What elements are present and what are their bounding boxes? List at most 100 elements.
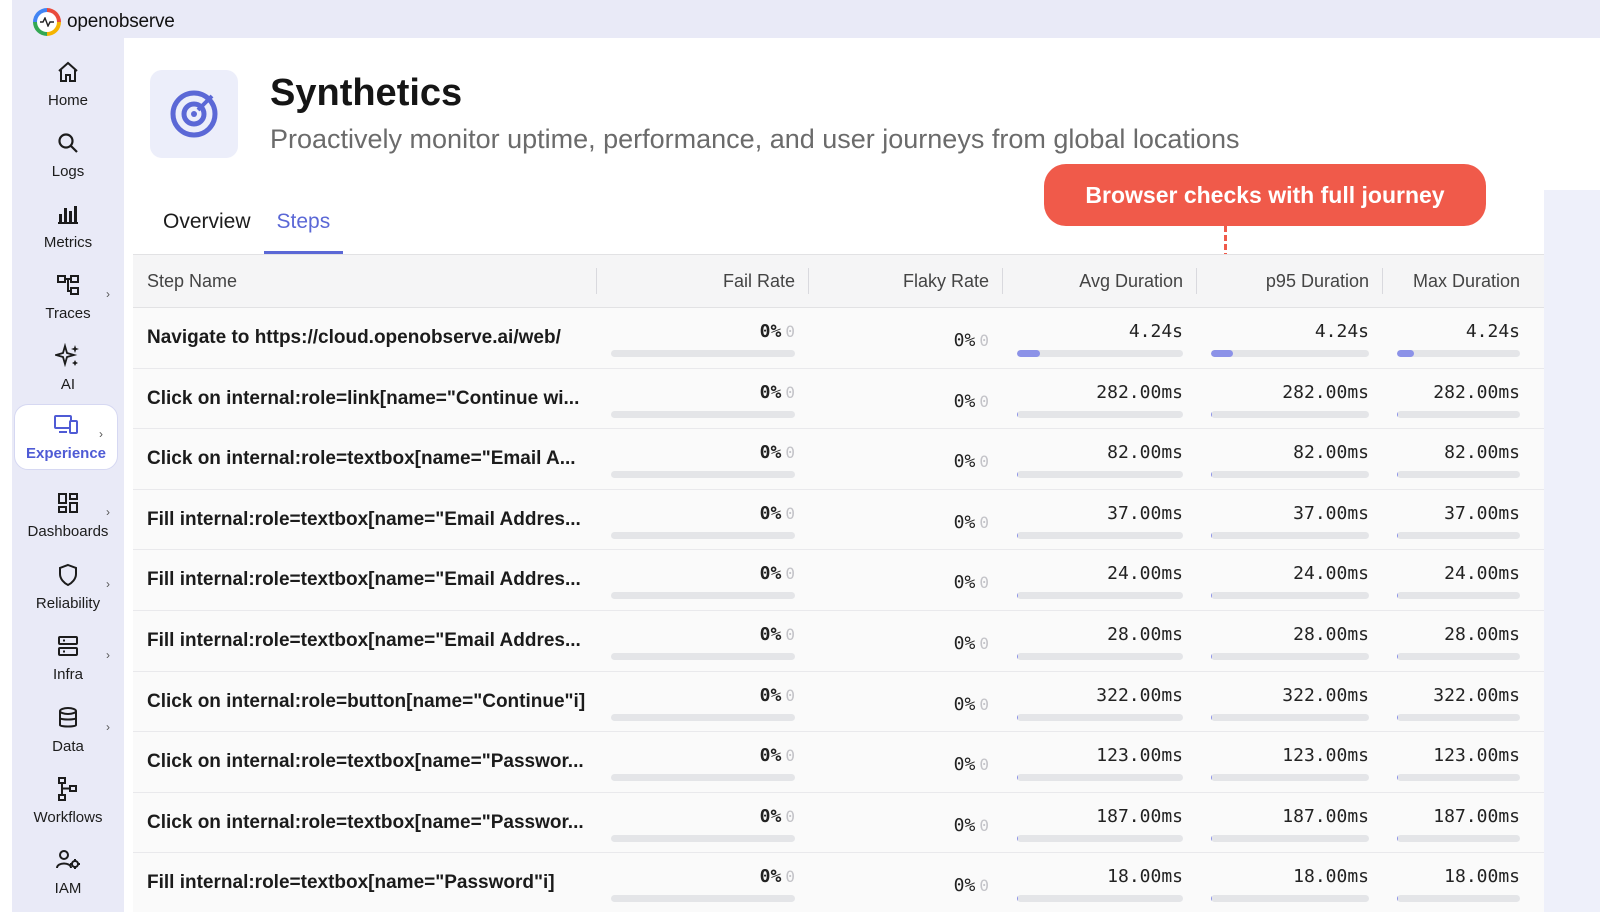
step-name-cell: Navigate to https://cloud.openobserve.ai… <box>147 327 561 348</box>
sidebar-item-logs[interactable]: Logs <box>12 123 124 189</box>
p95-duration-bar <box>1211 471 1369 479</box>
tab-steps[interactable]: Steps <box>263 202 344 254</box>
table-row[interactable]: Fill internal:role=textbox[name="Passwor… <box>133 853 1544 912</box>
fail-rate-bar <box>611 592 795 600</box>
avg-duration-cell: 82.00ms <box>1003 429 1197 489</box>
flaky-rate-cell: 0% 0 <box>953 814 989 836</box>
max-duration-bar-fill <box>1397 350 1415 357</box>
chevron-right-icon: › <box>106 720 110 734</box>
sidebar-item-label: Workflows <box>33 809 103 826</box>
fail-rate-bar <box>611 895 795 903</box>
table-row[interactable]: Click on internal:role=textbox[name="Ema… <box>133 429 1544 490</box>
window-edge <box>0 0 12 912</box>
fail-rate-cell: 0% 0 <box>597 550 809 610</box>
fail-rate-bar <box>611 774 795 782</box>
chevron-right-icon: › <box>106 577 110 591</box>
max-duration-cell: 28.00ms <box>1383 611 1544 671</box>
p95-duration-cell: 37.00ms <box>1197 490 1383 550</box>
step-name-cell: Fill internal:role=textbox[name="Passwor… <box>147 872 555 894</box>
table-row[interactable]: Fill internal:role=textbox[name="Email A… <box>133 489 1544 551</box>
fail-rate-cell: 0% 0 <box>597 308 809 368</box>
sidebar-item-label: Dashboards <box>27 523 109 540</box>
avg-duration-cell: 4.24s <box>1003 308 1197 368</box>
chevron-right-icon: › <box>106 648 110 662</box>
sidebar-item-data[interactable]: Data › <box>12 698 124 764</box>
fail-rate-bar <box>611 350 795 357</box>
p95-duration-bar-fill <box>1211 471 1212 479</box>
column-header-fail-rate[interactable]: Fail Rate <box>597 254 809 308</box>
flaky-rate-cell: 0% 0 <box>953 632 989 654</box>
table-row[interactable]: Fill internal:role=textbox[name="Email A… <box>133 550 1544 611</box>
brand[interactable]: openobserve <box>33 8 175 36</box>
sidebar-item-ai[interactable]: AI <box>12 336 124 402</box>
table-row[interactable]: Click on internal:role=textbox[name="Pas… <box>133 732 1544 793</box>
sidebar-item-label: Logs <box>51 163 85 180</box>
column-header-step-name[interactable]: Step Name <box>133 254 597 308</box>
avg-duration-bar-fill <box>1017 713 1018 721</box>
step-name-cell: Click on internal:role=textbox[name="Pas… <box>147 811 584 833</box>
sidebar-item-traces[interactable]: Traces › <box>12 265 124 331</box>
flaky-rate-cell: 0% 0 <box>953 875 989 897</box>
flaky-rate-cell: 0% 0 <box>953 451 989 473</box>
avg-duration-bar-fill <box>1017 895 1018 903</box>
avg-duration-bar <box>1017 471 1183 479</box>
p95-duration-bar-fill <box>1211 774 1212 782</box>
traces-icon <box>54 271 82 299</box>
avg-duration-bar <box>1017 774 1183 782</box>
max-duration-bar <box>1397 350 1520 357</box>
avg-duration-cell: 24.00ms <box>1003 550 1197 610</box>
column-header-avg-duration[interactable]: Avg Duration <box>1003 254 1197 308</box>
avg-duration-bar-fill <box>1017 834 1018 842</box>
table-row[interactable]: Click on internal:role=button[name="Cont… <box>133 671 1544 733</box>
column-header-p95-duration[interactable]: p95 Duration <box>1197 254 1383 308</box>
p95-duration-bar <box>1211 350 1369 357</box>
tab-overview[interactable]: Overview <box>150 202 264 254</box>
sidebar-item-metrics[interactable]: Metrics <box>12 194 124 260</box>
sidebar-item-workflows[interactable]: Workflows <box>12 769 124 835</box>
max-duration-bar <box>1397 895 1520 903</box>
fail-rate-bar <box>611 531 795 539</box>
sidebar-item-reliability[interactable]: Reliability › <box>12 555 124 621</box>
fail-rate-bar <box>611 713 795 721</box>
flaky-rate-cell: 0% 0 <box>953 572 989 594</box>
max-duration-cell: 24.00ms <box>1383 550 1544 610</box>
table-row[interactable]: Click on internal:role=link[name="Contin… <box>133 368 1544 430</box>
max-duration-cell: 187.00ms <box>1383 793 1544 853</box>
p95-duration-bar <box>1211 410 1369 418</box>
p95-duration-bar <box>1211 774 1369 782</box>
step-name-cell: Click on internal:role=link[name="Contin… <box>147 387 580 409</box>
max-duration-bar <box>1397 471 1520 479</box>
table-row[interactable]: Navigate to https://cloud.openobserve.ai… <box>133 308 1544 369</box>
max-duration-bar <box>1397 652 1520 660</box>
openobserve-logo-icon <box>33 8 61 36</box>
sidebar-item-experience[interactable]: Experience › <box>14 404 118 470</box>
table-row[interactable]: Fill internal:role=textbox[name="Email A… <box>133 610 1544 672</box>
brand-name: openobserve <box>67 11 175 32</box>
p95-duration-bar-fill <box>1211 410 1212 418</box>
sidebar-item-home[interactable]: Home <box>12 52 124 118</box>
flaky-rate-cell: 0% 0 <box>953 390 989 412</box>
chevron-right-icon: › <box>106 505 110 519</box>
p95-duration-cell: 82.00ms <box>1197 429 1383 489</box>
sidebar-item-label: Traces <box>45 305 91 322</box>
column-header-max-duration[interactable]: Max Duration <box>1383 254 1544 308</box>
sidebar-item-iam[interactable]: IAM <box>12 840 124 906</box>
p95-duration-bar-fill <box>1211 350 1234 357</box>
max-duration-cell: 322.00ms <box>1383 672 1544 732</box>
max-duration-cell: 282.00ms <box>1383 369 1544 429</box>
p95-duration-bar <box>1211 531 1369 539</box>
fail-rate-cell: 0% 0 <box>597 490 809 550</box>
step-name-cell: Click on internal:role=button[name="Cont… <box>147 690 586 712</box>
search-icon <box>54 129 82 157</box>
fail-rate-cell: 0% 0 <box>597 611 809 671</box>
sidebar-item-infra[interactable]: Infra › <box>12 626 124 692</box>
column-header-flaky-rate[interactable]: Flaky Rate <box>809 254 1003 308</box>
table-row[interactable]: Click on internal:role=textbox[name="Pas… <box>133 792 1544 854</box>
sidebar-item-label: AI <box>60 376 76 393</box>
step-name-cell: Fill internal:role=textbox[name="Email A… <box>147 629 581 651</box>
max-duration-bar <box>1397 531 1520 539</box>
sidebar-item-dashboards[interactable]: Dashboards › <box>12 483 124 549</box>
p95-duration-bar <box>1211 895 1369 903</box>
flaky-rate-cell: 0% 0 <box>953 511 989 533</box>
devices-icon <box>52 411 80 439</box>
